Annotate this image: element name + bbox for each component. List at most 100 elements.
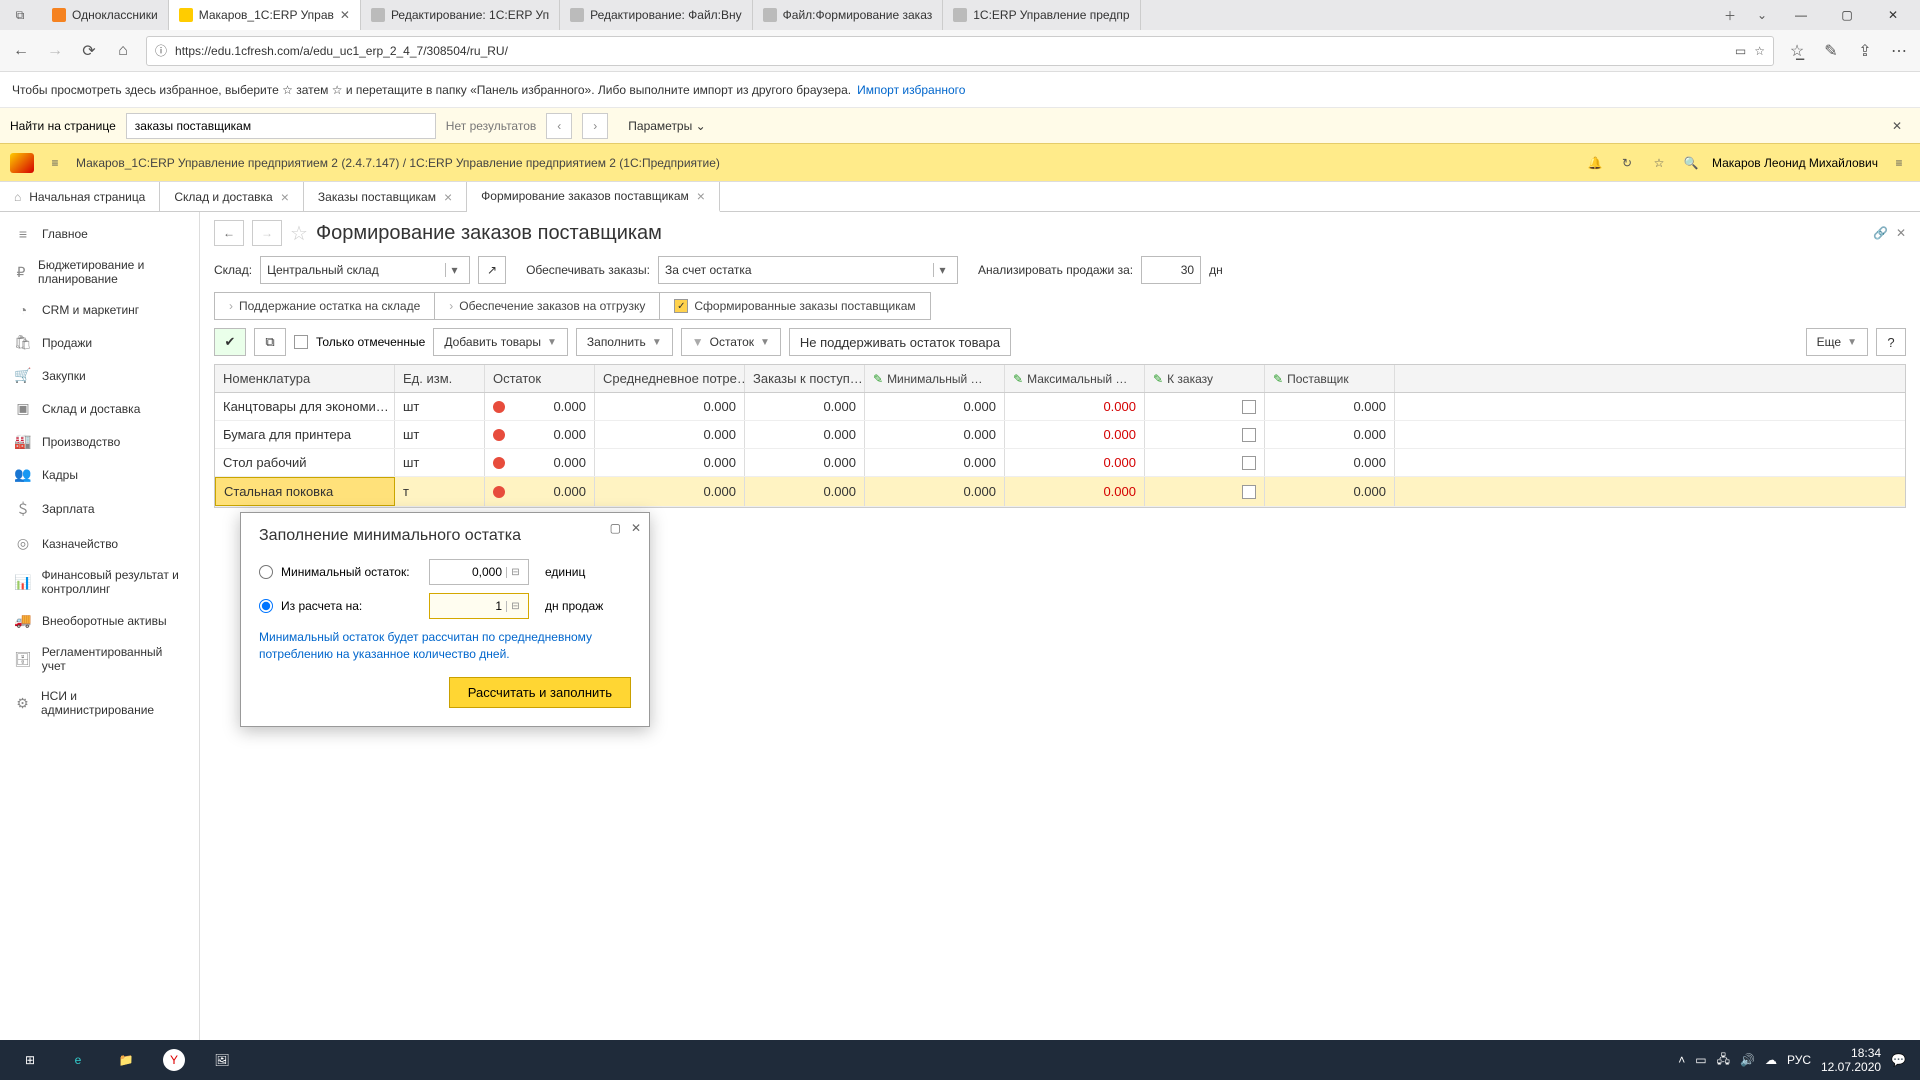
row-checkbox[interactable] [1242, 400, 1256, 414]
app-user-name[interactable]: Макаров Леонид Михайлович [1712, 156, 1878, 170]
tray-clock[interactable]: 18:3412.07.2020 [1821, 1046, 1881, 1075]
refresh-button[interactable]: ⟳ [78, 40, 100, 62]
col-orders[interactable]: Заказы к поступ… [745, 365, 865, 392]
home-button[interactable]: ⌂ [112, 40, 134, 62]
back-button[interactable]: ← [10, 40, 32, 62]
table-row[interactable]: Стальная поковкат0.0000.0000.0000.0000.0… [215, 477, 1905, 507]
table-row[interactable]: Бумага для принтерашт0.0000.0000.0000.00… [215, 421, 1905, 449]
row-checkbox[interactable] [1242, 485, 1256, 499]
step-3[interactable]: ✓Сформированные заказы поставщикам [660, 293, 929, 319]
browser-tab[interactable]: Редактирование: 1С:ERP Уп [361, 0, 560, 30]
app-tab[interactable]: Склад и доставка× [160, 182, 304, 211]
favorite-star-icon[interactable]: ☆ [1754, 44, 1765, 58]
col-unit[interactable]: Ед. изм. [395, 365, 485, 392]
sidebar-item[interactable]: ＄Зарплата [0, 491, 199, 527]
calculate-button[interactable]: Рассчитать и заполнить [449, 677, 631, 708]
reading-view-icon[interactable]: ▭ [1735, 44, 1746, 58]
tray-onedrive-icon[interactable]: ☁ [1765, 1053, 1777, 1067]
sidebar-item[interactable]: 👥Кадры [0, 458, 199, 491]
tray-up-icon[interactable]: ˄ [1678, 1053, 1685, 1067]
app-tab[interactable]: Заказы поставщикам× [304, 182, 467, 211]
app-tab[interactable]: ⌂Начальная страница [0, 182, 160, 211]
add-goods-button[interactable]: Добавить товары▼ [433, 328, 568, 356]
tabs-icon[interactable]: ⧉ [10, 5, 30, 25]
find-input[interactable] [126, 113, 436, 139]
col-max[interactable]: ✎Максимальный … [1005, 365, 1145, 392]
app-search-icon[interactable]: 🔍 [1680, 152, 1702, 174]
task-image[interactable]: 🖼 [198, 1040, 246, 1080]
sidebar-item[interactable]: 🛍Продажи [0, 326, 199, 359]
col-to-order[interactable]: ✎К заказу [1145, 365, 1265, 392]
find-prev-button[interactable]: ‹ [546, 113, 572, 139]
sidebar-item[interactable]: ◎Казначейство [0, 527, 199, 560]
radio-min-balance[interactable] [259, 565, 273, 579]
warehouse-combo[interactable]: Центральный склад▾ [260, 256, 470, 284]
sidebar-item[interactable]: ₽Бюджетирование и планирование [0, 250, 199, 294]
app-menu-button[interactable]: ≡ [44, 152, 66, 174]
share-icon[interactable]: ⇪ [1854, 40, 1876, 62]
step-1[interactable]: ›Поддержание остатка на складе [215, 293, 435, 319]
tray-battery-icon[interactable]: ▭ [1695, 1053, 1706, 1067]
tabs-dropdown-button[interactable]: ⌄ [1752, 5, 1772, 25]
min-balance-input[interactable]: 0,000⊟ [429, 559, 529, 585]
days-input[interactable]: 1⊟ [429, 593, 529, 619]
page-favorite-icon[interactable]: ☆ [290, 221, 308, 246]
task-edge[interactable]: e [54, 1040, 102, 1080]
only-marked-checkbox[interactable] [294, 335, 308, 349]
col-balance[interactable]: Остаток [485, 365, 595, 392]
no-support-button[interactable]: Не поддерживать остаток товара [789, 328, 1011, 356]
task-explorer[interactable]: 📁 [102, 1040, 150, 1080]
row-checkbox[interactable] [1242, 428, 1256, 442]
maximize-button[interactable]: ▢ [1824, 0, 1870, 30]
notes-icon[interactable]: ✎ [1820, 40, 1842, 62]
close-page-button[interactable]: ✕ [1896, 226, 1906, 240]
col-min[interactable]: ✎Минимальный … [865, 365, 1005, 392]
sidebar-item[interactable]: 🏭Производство [0, 425, 199, 458]
table-row[interactable]: Канцтовары для экономи…шт0.0000.0000.000… [215, 393, 1905, 421]
sidebar-item[interactable]: ⚙НСИ и администрирование [0, 681, 199, 725]
app-settings-icon[interactable]: ≡ [1888, 152, 1910, 174]
more-icon[interactable]: ⋯ [1888, 40, 1910, 62]
col-consumption[interactable]: Среднедневное потре… [595, 365, 745, 392]
import-favorites-link[interactable]: Импорт избранного [857, 83, 965, 97]
col-supplier[interactable]: ✎Поставщик [1265, 365, 1395, 392]
tray-volume-icon[interactable]: 🔊 [1740, 1053, 1755, 1067]
app-favorite-icon[interactable]: ☆ [1648, 152, 1670, 174]
sidebar-item[interactable]: 🗄Регламентированный учет [0, 637, 199, 681]
tray-network-icon[interactable]: 🖧 [1717, 1050, 1730, 1071]
tray-notifications-icon[interactable]: 💬 [1891, 1053, 1906, 1067]
step-2[interactable]: ›Обеспечение заказов на отгрузку [435, 293, 660, 319]
warehouse-open-button[interactable]: ↗ [478, 256, 506, 284]
browser-tab[interactable]: 1С:ERP Управление предпр [943, 0, 1140, 30]
browser-tab[interactable]: Макаров_1С:ERP Управ✕ [169, 0, 361, 30]
check-all-button[interactable]: ✔ [214, 328, 246, 356]
dialog-close-button[interactable]: ✕ [631, 521, 641, 535]
table-row[interactable]: Стол рабочийшт0.0000.0000.0000.0000.0000… [215, 449, 1905, 477]
provide-combo[interactable]: За счет остатка▾ [658, 256, 958, 284]
fill-button[interactable]: Заполнить▼ [576, 328, 673, 356]
copy-button[interactable]: ⧉ [254, 328, 286, 356]
minimize-button[interactable]: — [1778, 0, 1824, 30]
sidebar-item[interactable]: ≡Главное [0, 218, 199, 250]
tray-language[interactable]: РУС [1787, 1053, 1811, 1067]
forward-button[interactable]: → [44, 40, 66, 62]
sidebar-item[interactable]: ▣Склад и доставка [0, 392, 199, 425]
browser-tab[interactable]: Одноклассники [42, 0, 169, 30]
more-button[interactable]: Еще▼ [1806, 328, 1868, 356]
history-icon[interactable]: ↻ [1616, 152, 1638, 174]
balance-button[interactable]: ▼Остаток▼ [681, 328, 781, 356]
start-button[interactable]: ⊞ [6, 1040, 54, 1080]
app-tab[interactable]: Формирование заказов поставщикам× [467, 182, 720, 212]
dialog-maximize-button[interactable]: ▢ [610, 521, 621, 535]
sidebar-item[interactable]: 🛒Закупки [0, 359, 199, 392]
address-bar[interactable]: ⓘ https://edu.1cfresh.com/a/edu_uc1_erp_… [146, 36, 1774, 66]
site-info-icon[interactable]: ⓘ [155, 42, 167, 59]
analyze-days-input[interactable]: 30 [1141, 256, 1201, 284]
help-button[interactable]: ? [1876, 328, 1906, 356]
favorites-icon[interactable]: ☆̲ [1786, 40, 1808, 62]
find-close-button[interactable]: ✕ [1884, 113, 1910, 139]
link-icon[interactable]: 🔗 [1873, 226, 1888, 240]
radio-days[interactable] [259, 599, 273, 613]
browser-tab[interactable]: Редактирование: Файл:Вну [560, 0, 753, 30]
find-next-button[interactable]: › [582, 113, 608, 139]
